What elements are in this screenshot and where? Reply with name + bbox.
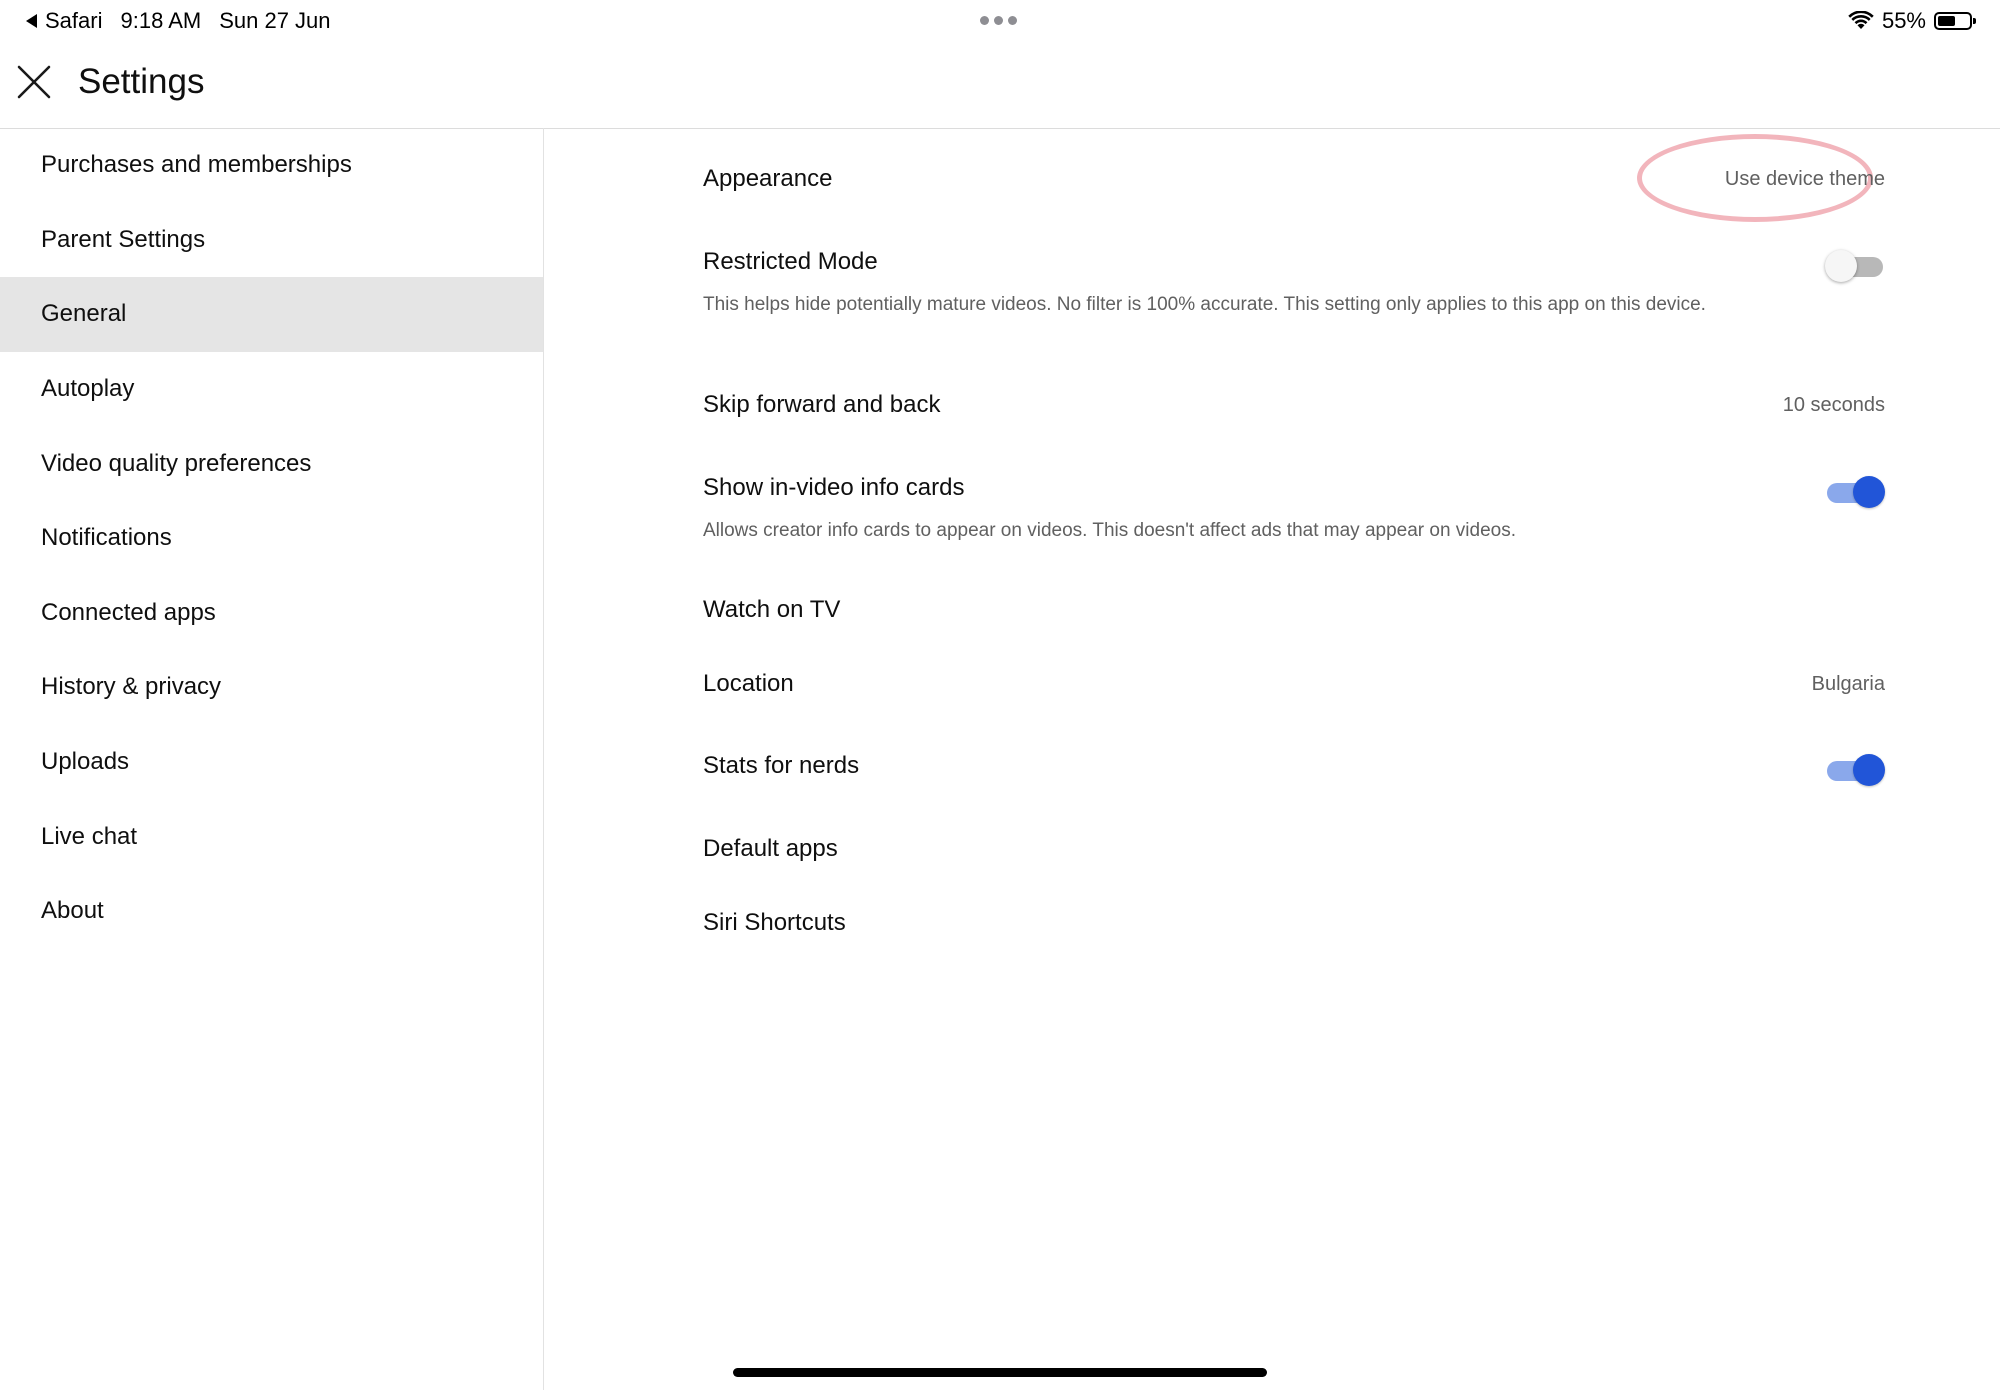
app-header: Settings <box>0 42 2000 129</box>
settings-sidebar: Purchases and memberships Parent Setting… <box>0 128 544 1390</box>
toggle-knob <box>1825 250 1857 282</box>
sidebar-item-about[interactable]: About <box>0 874 543 949</box>
appearance-value[interactable]: Use device theme <box>1725 164 1885 194</box>
sidebar-item-label: Notifications <box>41 524 172 552</box>
sidebar-item-label: Purchases and memberships <box>41 151 352 179</box>
restricted-mode-toggle[interactable] <box>1825 249 1885 283</box>
status-date: Sun 27 Jun <box>219 8 331 33</box>
battery-tip <box>1973 18 1976 24</box>
setting-title: Location <box>703 670 794 697</box>
battery-icon <box>1934 12 1976 30</box>
sidebar-item-video-quality[interactable]: Video quality preferences <box>0 426 543 501</box>
setting-title: Default apps <box>703 835 838 862</box>
battery-percent: 55% <box>1881 8 1926 33</box>
sidebar-item-label: General <box>41 300 127 328</box>
sidebar-item-parent-settings[interactable]: Parent Settings <box>0 203 543 278</box>
status-back-app[interactable]: Safari <box>45 8 102 34</box>
screen: Safari 9:18 AM Sun 27 Jun 55% Settings P… <box>0 0 2000 1390</box>
info-cards-toggle[interactable] <box>1825 475 1885 509</box>
status-bar: Safari 9:18 AM Sun 27 Jun 55% <box>0 0 2000 42</box>
setting-siri-shortcuts[interactable]: Siri Shortcuts <box>703 908 1885 948</box>
sidebar-item-label: Video quality preferences <box>41 449 312 477</box>
toggle-knob <box>1853 754 1885 786</box>
sidebar-item-history-privacy[interactable]: History & privacy <box>0 650 543 725</box>
setting-title: Restricted Mode <box>703 248 878 275</box>
setting-title: Appearance <box>703 165 833 192</box>
sidebar-item-uploads[interactable]: Uploads <box>0 725 543 800</box>
sidebar-item-purchases[interactable]: Purchases and memberships <box>0 128 543 203</box>
setting-appearance[interactable]: Appearance Use device theme <box>703 164 1885 204</box>
setting-default-apps[interactable]: Default apps <box>703 834 1885 874</box>
sidebar-item-notifications[interactable]: Notifications <box>0 501 543 576</box>
setting-skip-forward-back[interactable]: Skip forward and back 10 seconds <box>703 390 1885 430</box>
sidebar-item-label: Connected apps <box>41 598 216 626</box>
setting-title: Show in-video info cards <box>703 474 965 501</box>
setting-title: Siri Shortcuts <box>703 909 846 936</box>
sidebar-item-live-chat[interactable]: Live chat <box>0 799 543 874</box>
sidebar-item-autoplay[interactable]: Autoplay <box>0 352 543 427</box>
home-indicator[interactable] <box>733 1368 1267 1377</box>
stats-for-nerds-toggle[interactable] <box>1825 753 1885 787</box>
sidebar-item-connected-apps[interactable]: Connected apps <box>0 576 543 651</box>
battery-fill <box>1938 16 1955 26</box>
sidebar-item-label: History & privacy <box>41 673 222 701</box>
sidebar-item-label: Live chat <box>41 822 138 850</box>
sidebar-item-label: Uploads <box>41 748 130 776</box>
setting-restricted-mode: Restricted Mode This helps hide potentia… <box>703 247 1885 347</box>
setting-title: Stats for nerds <box>703 752 860 779</box>
status-left: Safari 9:18 AM Sun 27 Jun <box>26 8 331 34</box>
wifi-icon <box>1848 11 1874 29</box>
setting-title: Skip forward and back <box>703 391 941 418</box>
general-settings-panel: Appearance Use device theme Restricted M… <box>544 128 2000 1390</box>
toggle-knob <box>1853 476 1885 508</box>
setting-description: Allows creator info cards to appear on v… <box>703 520 1517 541</box>
setting-location[interactable]: Location Bulgaria <box>703 669 1885 709</box>
close-icon <box>17 65 51 99</box>
skip-value: 10 seconds <box>1782 394 1885 416</box>
sidebar-item-general[interactable]: General <box>0 277 543 352</box>
sidebar-item-label: Parent Settings <box>41 225 206 253</box>
setting-stats-for-nerds: Stats for nerds <box>703 751 1885 791</box>
location-value: Bulgaria <box>1811 673 1885 695</box>
setting-description: This helps hide potentially mature video… <box>703 294 1706 315</box>
back-to-app-icon[interactable] <box>26 14 37 28</box>
setting-title: Watch on TV <box>703 596 841 623</box>
setting-watch-on-tv[interactable]: Watch on TV <box>703 595 1885 635</box>
multitasking-dots-icon[interactable] <box>980 16 1017 25</box>
status-right: 55% <box>1848 8 1976 34</box>
status-time: 9:18 AM <box>120 8 202 33</box>
setting-info-cards: Show in-video info cards Allows creator … <box>703 473 1885 553</box>
close-button[interactable] <box>14 62 54 102</box>
sidebar-item-label: About <box>41 897 104 925</box>
page-title: Settings <box>78 62 205 101</box>
sidebar-item-label: Autoplay <box>41 375 135 403</box>
